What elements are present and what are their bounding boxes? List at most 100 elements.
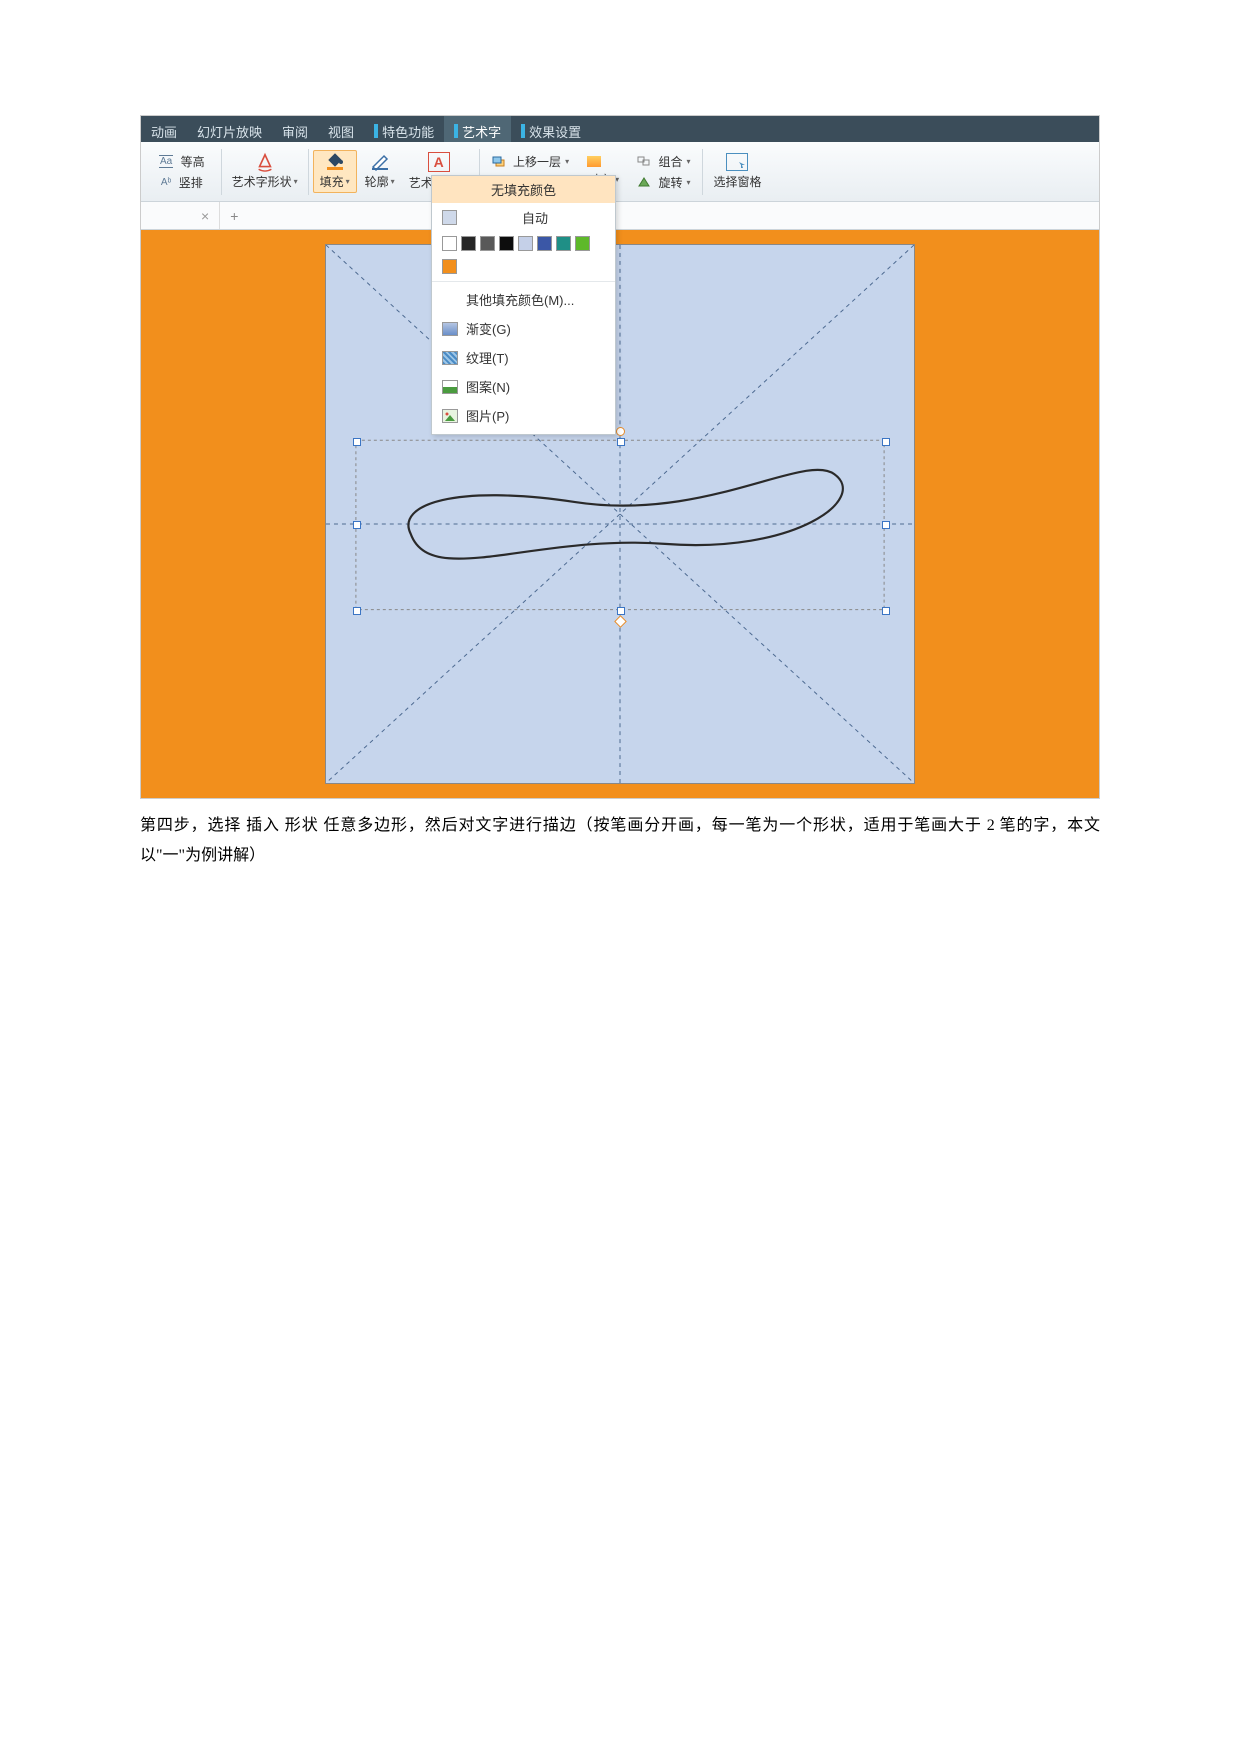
menu-separator bbox=[432, 281, 615, 282]
btn-label: 等高 bbox=[181, 153, 205, 170]
picture-option[interactable]: 图片(P) bbox=[432, 401, 615, 430]
chevron-down-icon: ▾ bbox=[391, 177, 395, 186]
document-page: 动画 幻灯片放映 审阅 视图 特色功能 艺术字 效果设置 Aa 等高 Aᵇ 竖排… bbox=[0, 0, 1240, 1753]
tab-animation[interactable]: 动画 bbox=[141, 116, 187, 142]
ribbon-toolbar: Aa 等高 Aᵇ 竖排 艺术字形状▾ 填充▾ 轮廓▾ bbox=[141, 142, 1099, 202]
separator bbox=[308, 149, 309, 195]
tab-label: 动画 bbox=[151, 122, 177, 141]
texture-option[interactable]: 纹理(T) bbox=[432, 343, 615, 372]
dd-label: 图案(N) bbox=[466, 377, 510, 396]
selection-pane-button[interactable]: 选择窗格 bbox=[707, 151, 767, 192]
resize-handle[interactable] bbox=[617, 438, 625, 446]
rotate-handle[interactable] bbox=[616, 427, 625, 436]
color-swatch[interactable] bbox=[442, 259, 457, 274]
slide-canvas[interactable] bbox=[325, 244, 915, 784]
btn-label: 艺术字形状 bbox=[232, 173, 292, 190]
color-swatch[interactable] bbox=[518, 236, 533, 251]
new-tab-button[interactable]: + bbox=[219, 202, 248, 229]
tab-wordart[interactable]: 艺术字 bbox=[444, 116, 511, 142]
gradient-icon bbox=[442, 322, 458, 336]
tab-label: 审阅 bbox=[282, 122, 308, 141]
chevron-down-icon: ▾ bbox=[294, 177, 298, 186]
tab-label: 幻灯片放映 bbox=[197, 122, 262, 141]
btn-label: 竖排 bbox=[179, 174, 203, 191]
chevron-down-icon: ▾ bbox=[686, 178, 690, 187]
pattern-option[interactable]: 图案(N) bbox=[432, 372, 615, 401]
resize-handle[interactable] bbox=[353, 607, 361, 615]
resize-handle[interactable] bbox=[353, 438, 361, 446]
more-colors-option[interactable]: 其他填充颜色(M)... bbox=[432, 285, 615, 314]
dd-label: 纹理(T) bbox=[466, 348, 509, 367]
color-swatch[interactable] bbox=[556, 236, 571, 251]
auto-fill-option[interactable]: 自动 bbox=[432, 203, 615, 232]
no-fill-option[interactable]: 无填充颜色 bbox=[432, 176, 615, 203]
gradient-option[interactable]: 渐变(G) bbox=[432, 314, 615, 343]
equal-height-icon: Aa bbox=[159, 155, 173, 168]
dd-label: 渐变(G) bbox=[466, 319, 511, 338]
color-swatch[interactable] bbox=[442, 236, 457, 251]
group-group-rotate: 组合 ▾ 旋转 ▾ bbox=[629, 146, 698, 198]
equal-height-button[interactable]: Aa 等高 bbox=[155, 152, 209, 171]
caption-content: 第四步，选择 插入 形状 任意多边形，然后对文字进行描边（按笔画分开画，每一笔为… bbox=[140, 817, 1100, 864]
btn-label: 上移一层 bbox=[513, 153, 561, 170]
tab-accent-icon bbox=[521, 124, 525, 138]
picture-icon bbox=[442, 409, 458, 423]
color-swatch[interactable] bbox=[480, 236, 495, 251]
resize-handle[interactable] bbox=[882, 607, 890, 615]
tab-effects[interactable]: 效果设置 bbox=[511, 116, 591, 142]
selection-pane-icon bbox=[726, 153, 748, 171]
recent-color-row bbox=[432, 255, 615, 278]
tab-review[interactable]: 审阅 bbox=[272, 116, 318, 142]
dd-label: 自动 bbox=[465, 208, 605, 227]
letter-a-icon: A bbox=[428, 152, 450, 172]
separator bbox=[702, 149, 703, 195]
btn-label: 选择窗格 bbox=[713, 175, 761, 189]
btn-label: 旋转 bbox=[658, 174, 682, 191]
tab-label: 视图 bbox=[328, 122, 354, 141]
align-icon bbox=[587, 156, 601, 167]
texture-icon bbox=[442, 351, 458, 365]
tab-special[interactable]: 特色功能 bbox=[364, 116, 444, 142]
tab-view[interactable]: 视图 bbox=[318, 116, 364, 142]
color-swatch[interactable] bbox=[575, 236, 590, 251]
rotate-icon bbox=[637, 177, 651, 188]
tab-slideshow[interactable]: 幻灯片放映 bbox=[187, 116, 272, 142]
tab-bar: 动画 幻灯片放映 审阅 视图 特色功能 艺术字 效果设置 bbox=[141, 116, 1099, 142]
align-button[interactable] bbox=[583, 155, 605, 168]
btn-label: 组合 bbox=[658, 153, 682, 170]
wordart-shape-button[interactable]: 艺术字形状▾ bbox=[226, 151, 304, 192]
tab-accent-icon bbox=[454, 124, 458, 138]
color-swatch[interactable] bbox=[499, 236, 514, 251]
color-swatch[interactable] bbox=[461, 236, 476, 251]
close-tab-button[interactable]: × bbox=[191, 208, 219, 224]
color-swatch[interactable] bbox=[537, 236, 552, 251]
btn-label: 轮廓 bbox=[365, 173, 389, 190]
vertical-text-button[interactable]: Aᵇ 竖排 bbox=[157, 173, 207, 192]
theme-color-row bbox=[432, 232, 615, 255]
resize-handle[interactable] bbox=[353, 521, 361, 529]
pen-icon bbox=[370, 153, 390, 171]
resize-handle[interactable] bbox=[882, 438, 890, 446]
resize-handle[interactable] bbox=[617, 607, 625, 615]
chevron-down-icon: ▾ bbox=[686, 157, 690, 166]
outline-button[interactable]: 轮廓▾ bbox=[359, 151, 401, 192]
bring-forward-button[interactable]: 上移一层▾ bbox=[488, 152, 573, 171]
bring-forward-icon bbox=[492, 156, 506, 167]
group-button[interactable]: 组合 ▾ bbox=[633, 152, 694, 171]
app-screenshot: 动画 幻灯片放映 审阅 视图 特色功能 艺术字 效果设置 Aa 等高 Aᵇ 竖排… bbox=[140, 115, 1100, 799]
dd-label: 图片(P) bbox=[466, 406, 509, 425]
swatch-icon bbox=[442, 210, 457, 225]
resize-handle[interactable] bbox=[882, 521, 890, 529]
tab-label: 艺术字 bbox=[462, 122, 501, 141]
vertical-text-icon: Aᵇ bbox=[161, 177, 171, 188]
guide-diagonals bbox=[326, 245, 914, 783]
dd-label: 其他填充颜色(M)... bbox=[466, 290, 574, 309]
bucket-icon bbox=[325, 153, 345, 171]
editor-canvas-area bbox=[141, 230, 1099, 798]
tab-accent-icon bbox=[374, 124, 378, 138]
chevron-down-icon: ▾ bbox=[346, 177, 350, 186]
fill-button[interactable]: 填充▾ bbox=[313, 150, 357, 193]
pattern-icon bbox=[442, 380, 458, 394]
tab-label: 效果设置 bbox=[529, 122, 581, 141]
rotate-button[interactable]: 旋转 ▾ bbox=[633, 173, 694, 192]
